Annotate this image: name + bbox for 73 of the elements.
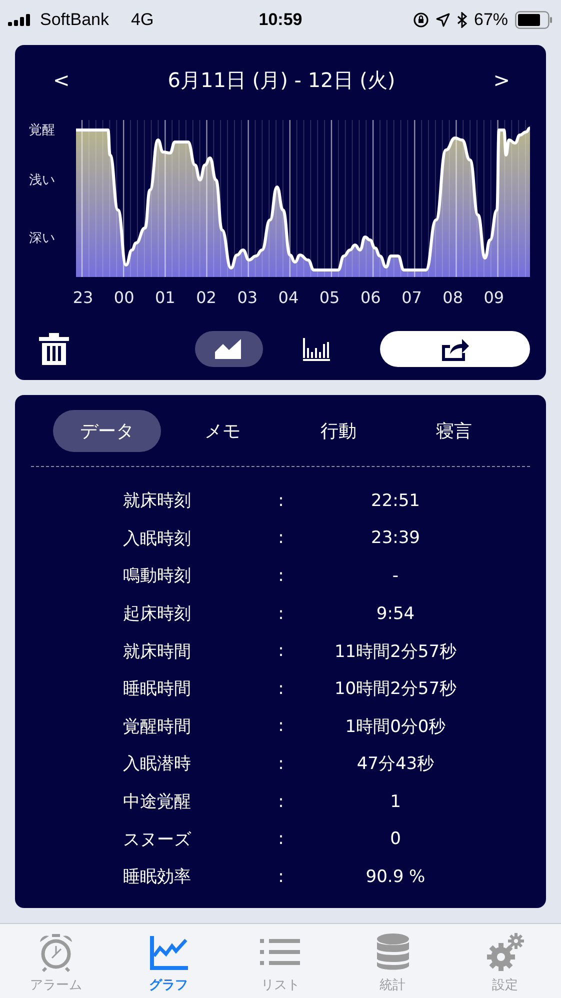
rotation-lock-icon [412,12,429,28]
colon-separator: : [277,716,285,736]
colon-separator: : [277,678,285,699]
colon-separator: : [277,528,285,548]
carrier-name: SoftBank [40,10,109,30]
colon-separator: : [277,641,285,662]
axis-label: 07 [400,288,423,307]
bluetooth-icon [456,12,467,28]
clock-time: 10:59 [258,10,302,30]
axis-label: 08 [442,288,464,307]
axis-label: 05 [318,288,341,307]
axis-label: 深い [29,230,55,247]
gears-icon [484,932,525,972]
field-value: 11時間2分57秒 [333,640,458,663]
field-label: スヌーズ [122,828,191,851]
tab-bar-item[interactable]: グラフ [123,924,214,998]
database-icon [376,933,410,971]
field-value: 10時間2分57秒 [333,678,458,700]
field-value: 23:39 [370,528,421,548]
axis-label: 浅い [29,172,55,189]
field-label: 覚醒時間 [122,716,191,738]
axis-label: 23 [72,288,94,307]
field-label: 就床時間 [122,640,191,663]
line-chart-icon [148,934,188,970]
axis-label: 覚醒 [29,122,55,139]
previous-button[interactable]: < [53,68,70,92]
delete-button[interactable] [39,333,69,365]
date-range-title: 6月11日 (月) - 12日 (火) [168,66,396,94]
colon-separator: : [277,604,285,624]
field-value: 90.9 % [364,866,426,887]
colon-separator: : [277,754,285,774]
field-value: 0 [389,829,402,850]
data-tab[interactable]: メモ [168,410,277,452]
network-type: 4G [131,10,154,30]
colon-separator: : [277,866,285,887]
field-label: 入眠潜時 [122,753,191,776]
axis-label: 03 [236,288,259,307]
axis-label: 06 [359,288,382,307]
field-value: 1 [389,792,402,812]
battery-percent: 67% [474,10,508,30]
field-value: 1時間0分0秒 [344,716,447,738]
data-tab[interactable]: 行動 [284,410,392,452]
axis-label: 04 [277,288,300,307]
field-label: 起床時刻 [122,603,191,626]
bar-chart-icon [302,336,332,362]
field-value: 9:54 [375,604,416,624]
colon-separator: : [277,490,285,511]
location-arrow-icon [436,13,450,27]
field-label: 睡眠時間 [122,678,191,700]
share-button[interactable] [380,331,530,367]
field-value: - [391,566,400,586]
data-tab[interactable]: 寝言 [400,410,508,452]
axis-label: 01 [154,288,176,307]
colon-separator: : [277,792,285,812]
field-label: 入眠時刻 [122,528,191,550]
battery-icon [515,11,554,29]
field-label: 鳴動時刻 [122,565,191,588]
trash-icon [39,333,69,365]
field-value: 22:51 [370,490,421,511]
line-view-toggle[interactable] [195,331,263,367]
field-value: 47分43秒 [356,753,436,776]
axis-label: 00 [112,288,136,307]
share-icon [440,337,470,361]
data-tab[interactable]: データ [53,410,161,452]
next-button[interactable]: > [493,68,510,92]
list-icon [260,936,300,968]
field-label: 就床時刻 [122,490,191,512]
field-label: 睡眠効率 [122,866,191,888]
axis-label: 02 [195,288,218,307]
colon-separator: : [277,566,285,586]
axis-label: 09 [482,288,506,307]
colon-separator: : [277,829,285,850]
field-label: 中途覚醒 [122,791,191,814]
